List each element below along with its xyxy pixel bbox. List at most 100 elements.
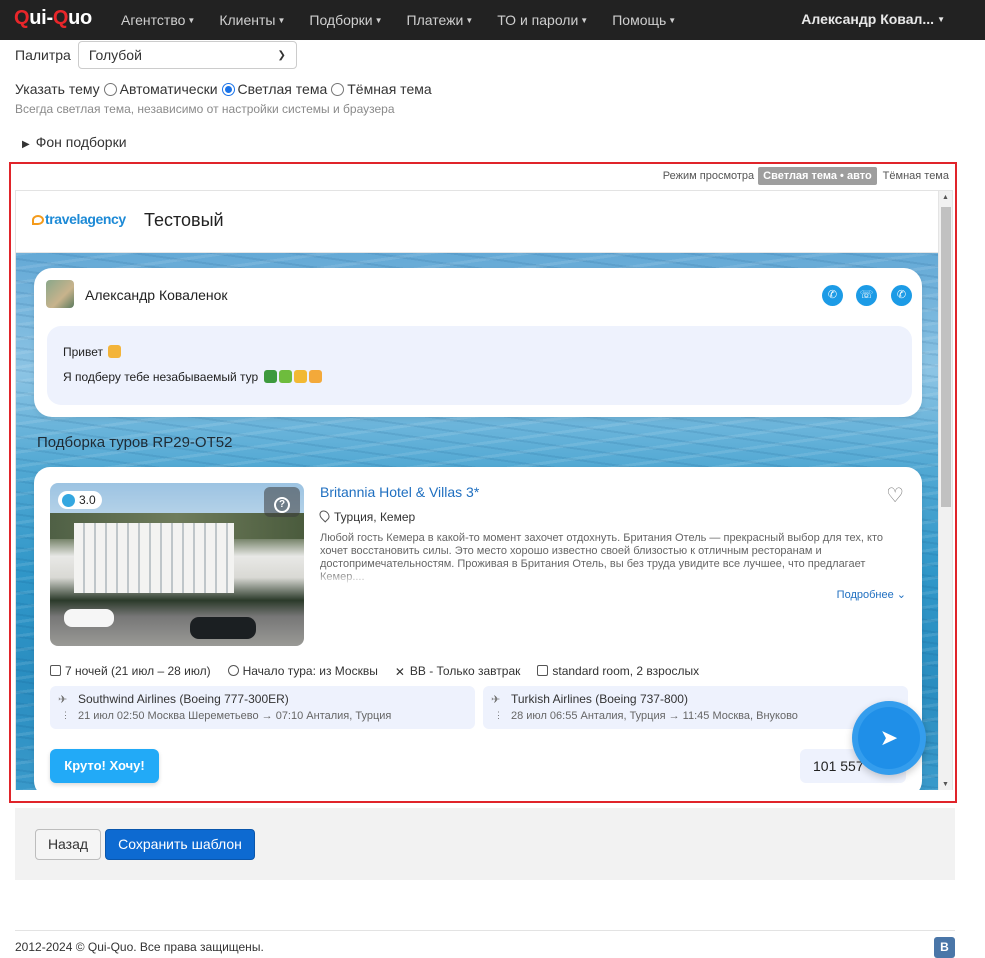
caret-down-icon: ▼ <box>277 16 286 25</box>
fact-room: standard room, 2 взрослых <box>537 664 699 678</box>
view-mode-bar: Режим просмотра Светлая тема • авто Тёмн… <box>663 167 949 185</box>
scrollbar-thumb[interactable] <box>941 207 951 507</box>
back-button[interactable]: Назад <box>35 829 101 860</box>
triangle-right-icon: ▶ <box>22 139 30 150</box>
hotel-photo[interactable]: 3.0 ? <box>50 483 304 646</box>
whatsapp-icon[interactable]: ✆ <box>822 285 843 306</box>
palette-value: Голубой <box>88 47 142 63</box>
nav-item-clients[interactable]: Клиенты ▼ <box>219 12 285 28</box>
theme-radio-light[interactable] <box>221 82 235 96</box>
tripadvisor-icon <box>62 493 75 507</box>
viber-icon[interactable]: ☏ <box>856 285 877 306</box>
flight-airline: Turkish Airlines (Boeing 737-800) <box>511 692 688 706</box>
plane-landing-icon: ✈ <box>491 694 501 706</box>
message-text: Я подберу тебе незабываемый тур <box>63 370 259 384</box>
brand-mid: ui- <box>29 7 53 29</box>
heart-icon[interactable]: ♡ <box>886 483 904 508</box>
send-button[interactable]: ➤ <box>852 701 926 775</box>
nav-item-agency[interactable]: Агентство ▼ <box>121 12 195 28</box>
cutlery-icon: ✕ <box>394 665 405 679</box>
actions-bar: Назад Сохранить шаблон <box>15 808 955 880</box>
manager-message: Привет Я подберу тебе незабываемый тур <box>47 326 912 405</box>
want-button[interactable]: Круто! Хочу! <box>50 749 159 783</box>
footer-divider <box>15 930 955 931</box>
rating-value: 3.0 <box>79 493 96 507</box>
view-mode-dark[interactable]: Тёмная тема <box>883 170 949 182</box>
theme-option-light[interactable]: Светлая тема <box>238 81 328 97</box>
theme-radio-auto[interactable] <box>103 82 117 96</box>
hotel-name[interactable]: Britannia Hotel & Villas 3* <box>320 484 479 500</box>
help-button[interactable]: ? <box>264 487 300 517</box>
flexed-biceps-icon <box>308 370 322 383</box>
brand-logo[interactable]: Qui-Quo <box>14 7 92 30</box>
more-link[interactable]: Подробнее ⌄ <box>837 588 906 601</box>
vk-icon[interactable]: B <box>934 937 955 958</box>
fact-start: Начало тура: из Москвы <box>227 664 378 678</box>
theme-option-auto[interactable]: Автоматически <box>120 81 218 97</box>
dots-icon: ⋮ <box>494 710 503 720</box>
message-line-2: Я подберу тебе незабываемый тур <box>63 370 322 384</box>
theme-option-dark[interactable]: Тёмная тема <box>347 81 431 97</box>
view-mode-label: Режим просмотра <box>662 170 755 182</box>
brand-end: uo <box>68 7 92 29</box>
plane-takeoff-icon: ✈ <box>58 694 68 706</box>
selection-title: Подборка туров RP29-OT52 <box>37 434 233 451</box>
caret-down-icon: ▼ <box>668 16 677 25</box>
palette-select[interactable]: Голубой ❯ <box>77 41 297 69</box>
fact-nights: 7 ночей (21 июл – 28 июл) <box>50 664 211 678</box>
fact-nights-text: 7 ночей (21 июл – 28 июл) <box>65 664 211 678</box>
caret-down-icon: ▼ <box>937 15 945 24</box>
palette-row: Палитра Голубой ❯ <box>15 41 297 69</box>
location-text: Турция, Кемер <box>334 510 416 524</box>
waving-hand-icon <box>108 345 122 358</box>
footer-copyright: 2012-2024 © Qui-Quo. Все права защищены. <box>15 940 264 954</box>
calendar-icon <box>50 665 61 676</box>
scroll-down-icon[interactable]: ▼ <box>942 781 949 788</box>
phone-icon[interactable]: ✆ <box>891 285 912 306</box>
caret-down-icon: ▼ <box>374 16 383 25</box>
fact-meal-text: BB - Только завтрак <box>409 664 521 678</box>
fact-room-text: standard room, 2 взрослых <box>552 664 700 678</box>
flight-route: 28 июл 06:55 Анталия, Турция → 11:45 Мос… <box>511 710 798 722</box>
agency-title: Тестовый <box>144 210 224 230</box>
flight-return: ✈ ⋮ Turkish Airlines (Boeing 737-800) 28… <box>483 686 908 729</box>
hotel-card: 3.0 ? Britannia Hotel & Villas 3* ♡ Турц… <box>34 467 922 790</box>
theme-row: Указать тему Автоматически Светлая тема … <box>15 81 432 97</box>
paper-plane-icon: ➤ <box>879 725 899 750</box>
preview-scrollbar[interactable]: ▲ ▼ <box>938 191 952 790</box>
background-toggle[interactable]: ▶ Фон подборки <box>22 134 127 150</box>
nav-item-operators[interactable]: ТО и пароли ▼ <box>497 12 588 28</box>
user-menu[interactable]: Александр Ковал... ▼ <box>801 11 945 27</box>
brand-q: Q <box>14 7 30 29</box>
top-navbar: Qui-Quo Агентство ▼ Клиенты ▼ Подборки ▼ Пл… <box>0 0 985 40</box>
departure-icon <box>227 665 239 676</box>
nav-item-selections[interactable]: Подборки ▼ <box>309 12 382 28</box>
nav-item-payments[interactable]: Платежи ▼ <box>407 12 474 28</box>
more-link-text: Подробнее <box>836 589 894 601</box>
nav-menu: Агентство ▼ Клиенты ▼ Подборки ▼ Платежи ▼ Т… <box>121 0 700 40</box>
theme-label: Указать тему <box>15 81 100 97</box>
view-mode-light[interactable]: Светлая тема • авто <box>758 167 877 185</box>
background-toggle-label: Фон подборки <box>35 134 127 150</box>
save-template-button[interactable]: Сохранить шаблон <box>105 829 255 860</box>
nav-item-label: Подборки <box>309 12 373 28</box>
photo-car <box>190 617 256 639</box>
caret-down-icon: ▼ <box>465 16 474 25</box>
palm-tree-icon <box>263 370 277 383</box>
flight-airline: Southwind Airlines (Boeing 777-300ER) <box>78 692 289 706</box>
nav-item-help[interactable]: Помощь ▼ <box>612 12 676 28</box>
theme-radio-dark[interactable] <box>331 82 345 96</box>
tripadvisor-rating: 3.0 <box>58 491 102 509</box>
manager-name: Александр Коваленок <box>85 287 228 303</box>
building-icon <box>537 665 549 676</box>
person-icon <box>278 370 292 383</box>
nav-item-label: Агентство <box>121 12 186 28</box>
tour-facts: 7 ночей (21 июл – 28 июл) Начало тура: и… <box>50 664 716 679</box>
scroll-up-icon[interactable]: ▲ <box>942 194 949 201</box>
nav-item-label: Помощь <box>612 12 667 28</box>
caret-down-icon: ▼ <box>580 16 589 25</box>
fact-meal: ✕ BB - Только завтрак <box>394 664 521 679</box>
logo-mark-icon <box>32 215 44 225</box>
preview-page: travelagency Тестовый Александр Ковалено… <box>15 190 953 790</box>
palette-label: Палитра <box>15 47 71 63</box>
